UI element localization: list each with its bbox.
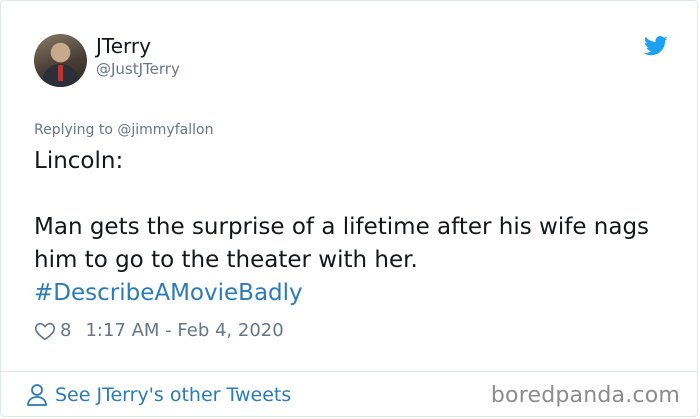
avatar[interactable] bbox=[34, 34, 87, 87]
see-other-tweets-link[interactable]: See JTerry's other Tweets bbox=[26, 382, 291, 408]
avatar-tie bbox=[58, 65, 63, 81]
tweet-body: Lincoln: Man gets the surprise of a life… bbox=[34, 145, 664, 310]
tweet-line-body: Man gets the surprise of a lifetime afte… bbox=[34, 214, 650, 273]
heart-icon[interactable] bbox=[34, 320, 56, 342]
hashtag-link[interactable]: #DescribeAMovieBadly bbox=[34, 277, 664, 310]
author-handle[interactable]: @JustJTerry bbox=[96, 59, 180, 79]
like-count: 8 bbox=[60, 320, 72, 341]
tweet-spacer bbox=[34, 178, 664, 211]
author-name[interactable]: JTerry bbox=[96, 34, 151, 58]
tweet-meta: 8 1:17 AM - Feb 4, 2020 bbox=[34, 319, 284, 343]
timestamp[interactable]: 1:17 AM - Feb 4, 2020 bbox=[85, 319, 283, 343]
tweet-line-title: Lincoln: bbox=[34, 148, 124, 174]
watermark: boredpanda.com bbox=[490, 383, 680, 408]
person-icon bbox=[27, 384, 47, 406]
twitter-bird-icon[interactable] bbox=[644, 36, 668, 56]
see-other-tweets-label[interactable]: See JTerry's other Tweets bbox=[55, 382, 291, 408]
replying-to[interactable]: Replying to @jimmyfallon bbox=[34, 121, 213, 139]
tweet-card: JTerry @JustJTerry Replying to @jimmyfal… bbox=[0, 0, 698, 417]
footer-divider bbox=[1, 371, 697, 372]
